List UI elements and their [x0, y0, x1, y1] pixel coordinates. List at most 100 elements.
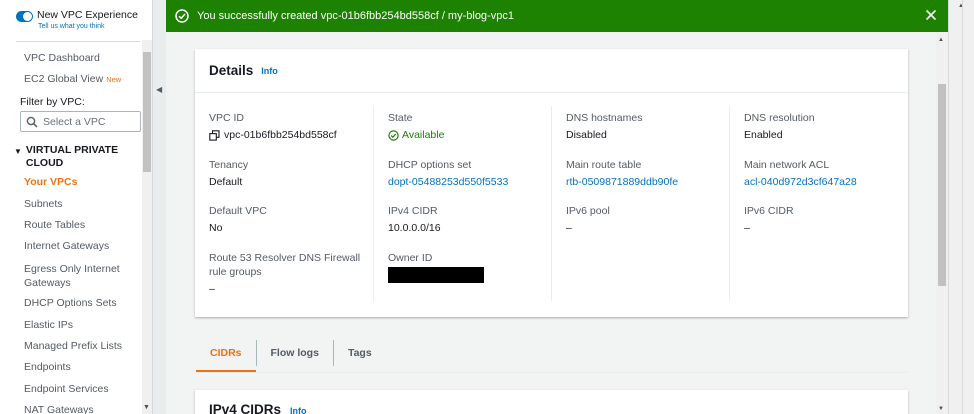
nav-elastic-ips[interactable]: Elastic IPs: [24, 319, 73, 331]
tab-tags[interactable]: Tags: [334, 339, 386, 373]
nav-divider: [16, 41, 140, 42]
scroll-down-icon[interactable]: ▼: [143, 404, 150, 412]
dns-resolution-label: DNS resolution: [744, 112, 815, 124]
side-navigation: New VPC Experience Tell us what you thin…: [0, 0, 152, 414]
nav-vpc-dashboard[interactable]: VPC Dashboard: [24, 52, 100, 64]
nav-subnets[interactable]: Subnets: [24, 198, 63, 210]
main-network-acl-link[interactable]: acl-040d972d3cf647a28: [744, 176, 857, 188]
ipv6-pool-label: IPv6 pool: [566, 205, 610, 217]
dhcp-label: DHCP options set: [388, 159, 472, 171]
caret-down-icon: ▼: [14, 147, 22, 156]
column-divider: [551, 106, 552, 301]
main-scroll-thumb[interactable]: [938, 84, 946, 286]
dns-hostnames-field: DNS hostnames Disabled: [566, 111, 642, 141]
details-container: Details Info VPC ID vpc-01b6fbb254bd558c…: [195, 49, 908, 317]
main-scrollbar[interactable]: ▲ ▼: [936, 32, 948, 414]
owner-id-label: Owner ID: [388, 252, 433, 264]
nav-egress-only-gateways[interactable]: Egress Only Internet Gateways: [24, 262, 136, 290]
nav-ec2-global-view[interactable]: EC2 Global View New: [24, 73, 121, 85]
ipv6-pool-field: IPv6 pool –: [566, 204, 610, 234]
default-vpc-label: Default VPC: [209, 205, 267, 217]
route53-field: Route 53 Resolver DNS Firewall rule grou…: [209, 251, 369, 295]
details-info-link[interactable]: Info: [261, 66, 278, 76]
vpc-id-value: vpc-01b6fbb254bd558cf: [224, 129, 337, 141]
toggle-title: New VPC Experience: [37, 9, 138, 21]
dns-hostnames-label: DNS hostnames: [566, 112, 643, 124]
main-route-table-label: Main route table: [566, 159, 642, 171]
default-vpc-value: No: [209, 222, 223, 234]
main-route-table-link[interactable]: rtb-0509871889ddb90fe: [566, 176, 678, 188]
scroll-up-icon[interactable]: ▲: [938, 37, 944, 43]
column-divider: [729, 106, 730, 301]
main-network-acl-field: Main network ACL acl-040d972d3cf647a28: [744, 158, 857, 188]
tenancy-field: Tenancy Default: [209, 158, 248, 188]
ipv4-cidr-label: IPv4 CIDR: [388, 205, 438, 217]
column-divider: [373, 106, 374, 301]
ipv4-cidrs-info-link[interactable]: Info: [290, 406, 307, 414]
success-check-icon: [175, 9, 189, 23]
copy-icon[interactable]: [209, 129, 220, 141]
dns-resolution-value: Enabled: [744, 129, 783, 141]
dhcp-field: DHCP options set dopt-05488253d550f5533: [388, 158, 508, 188]
dns-hostnames-value: Disabled: [566, 129, 607, 141]
filter-by-vpc-label: Filter by VPC:: [20, 96, 85, 108]
scroll-down-icon[interactable]: ▼: [938, 406, 944, 412]
new-experience-toggle[interactable]: New VPC Experience Tell us what you thin…: [16, 9, 138, 30]
nav-nat-gateways[interactable]: NAT Gateways: [24, 404, 94, 414]
sidebar-scrollbar[interactable]: ▼: [142, 40, 152, 414]
details-title: Details: [209, 63, 254, 78]
state-field: State Available: [388, 111, 444, 141]
status-available-icon: [388, 129, 399, 141]
nav-managed-prefix-lists[interactable]: Managed Prefix Lists: [24, 340, 122, 352]
nav-endpoints[interactable]: Endpoints: [24, 361, 71, 373]
vpc-id-field: VPC ID vpc-01b6fbb254bd558cf: [209, 111, 337, 141]
main-network-acl-label: Main network ACL: [744, 159, 830, 171]
route53-label: Route 53 Resolver DNS Firewall rule grou…: [209, 252, 361, 278]
state-value: Available: [402, 129, 445, 141]
nav-your-vpcs[interactable]: Your VPCs: [24, 176, 77, 188]
search-icon: [26, 116, 38, 128]
vpc-section-header[interactable]: ▼ VIRTUAL PRIVATE CLOUD: [14, 144, 126, 170]
dns-resolution-field: DNS resolution Enabled: [744, 111, 815, 141]
state-label: State: [388, 112, 413, 124]
nav-ec2-global-view-label: EC2 Global View: [24, 73, 104, 85]
ipv6-cidr-field: IPv6 CIDR –: [744, 204, 794, 234]
tenancy-label: Tenancy: [209, 159, 249, 171]
vpc-id-label: VPC ID: [209, 112, 245, 124]
detail-tabs: CIDRs Flow logs Tags: [196, 339, 386, 373]
redacted-owner-id: [388, 267, 484, 283]
window-edge-divider: [962, 0, 963, 414]
tabs-underline: [196, 372, 908, 373]
tab-flow-logs[interactable]: Flow logs: [257, 339, 333, 373]
vpc-filter-select[interactable]: [20, 111, 141, 132]
section-title: VIRTUAL PRIVATE CLOUD: [25, 144, 119, 169]
ipv4-cidrs-container: IPv4 CIDRs Info: [195, 390, 908, 414]
scroll-up-icon[interactable]: ▲: [958, 3, 964, 9]
feedback-link[interactable]: Tell us what you think: [38, 23, 138, 30]
close-icon[interactable]: [925, 9, 937, 21]
collapse-arrow-icon[interactable]: ◀: [156, 85, 162, 94]
toggle-switch[interactable]: [16, 11, 33, 22]
flash-message: You successfully created vpc-01b6fbb254b…: [197, 10, 514, 22]
ipv6-cidr-value: –: [744, 222, 750, 234]
nav-endpoint-services[interactable]: Endpoint Services: [24, 383, 109, 395]
ipv6-cidr-label: IPv6 CIDR: [744, 205, 794, 217]
nav-dhcp-options-sets[interactable]: DHCP Options Sets: [24, 297, 117, 309]
tab-cidrs[interactable]: CIDRs: [196, 339, 256, 373]
vpc-filter-input[interactable]: [43, 115, 133, 128]
success-flashbar: You successfully created vpc-01b6fbb254b…: [166, 0, 948, 32]
browser-scrollbar[interactable]: ▲: [948, 0, 974, 414]
ipv4-cidrs-title: IPv4 CIDRs: [209, 402, 282, 414]
collapse-sidebar-tab[interactable]: ◀: [152, 0, 166, 414]
owner-id-field: Owner ID: [388, 251, 484, 283]
default-vpc-field: Default VPC No: [209, 204, 267, 234]
details-header: Details Info: [195, 49, 908, 93]
main-route-table-field: Main route table rtb-0509871889ddb90fe: [566, 158, 678, 188]
dhcp-link[interactable]: dopt-05488253d550f5533: [388, 176, 508, 188]
route53-value: –: [209, 283, 215, 295]
sidebar-scroll-thumb[interactable]: [143, 52, 151, 172]
new-badge: New: [106, 75, 122, 84]
ipv6-pool-value: –: [566, 222, 572, 234]
nav-internet-gateways[interactable]: Internet Gateways: [24, 240, 109, 252]
nav-route-tables[interactable]: Route Tables: [24, 219, 85, 231]
